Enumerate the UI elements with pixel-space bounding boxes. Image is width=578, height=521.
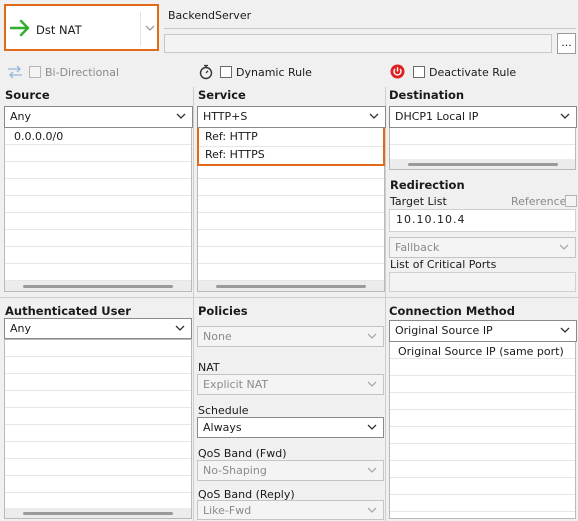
destination-list[interactable] [389,127,576,170]
source-dropdown[interactable]: Any [4,106,193,128]
connection-method-dropdown[interactable]: Original Source IP [389,320,577,342]
horizontal-scrollbar[interactable] [408,163,558,166]
fallback-label: Fallback [395,241,440,254]
target-list-label: Target List [390,195,447,208]
horizontal-scrollbar[interactable] [23,285,173,288]
chevron-down-icon [365,503,379,517]
action-selector[interactable]: Dst NAT [4,4,159,51]
chevron-down-icon [365,377,379,391]
deactivate-rule-label: Deactivate Rule [429,66,517,79]
chevron-down-icon [557,240,571,254]
row-divider [0,297,578,298]
nat-label: NAT [198,361,220,374]
schedule-value: Always [203,421,242,434]
policy-dropdown[interactable]: None [197,326,384,347]
chevron-down-icon [558,109,572,123]
target-list[interactable]: 10.10.10.4 [389,209,576,232]
source-list[interactable]: 0.0.0.0/0 [4,127,192,292]
chevron-down-icon [558,323,572,337]
list-item[interactable]: Ref: HTTP [205,130,258,143]
qos-fwd-label: QoS Band (Fwd) [198,447,287,460]
qos-fwd-dropdown[interactable]: No-Shaping [197,460,384,481]
horizontal-scrollbar[interactable] [216,285,366,288]
more-button[interactable]: ... [557,33,576,54]
list-item[interactable]: Ref: HTTPS [205,148,265,161]
critical-ports-label: List of Critical Ports [390,258,497,271]
rule-description-field[interactable] [164,34,552,53]
rule-name-underline [164,28,576,29]
deactivate-rule-checkbox[interactable] [413,66,425,78]
source-selected: Any [10,110,32,123]
reference-label: Reference [511,195,567,208]
column-divider [385,87,386,521]
destination-selected: DHCP1 Local IP [395,110,479,123]
policies-heading: Policies [198,304,248,318]
service-dropdown[interactable]: HTTP+S [197,106,386,128]
policy-value: None [203,330,232,343]
service-items-highlight: Ref: HTTP Ref: HTTPS [197,125,385,166]
critical-ports-field[interactable] [389,272,576,292]
schedule-dropdown[interactable]: Always [197,417,384,438]
destination-heading: Destination [389,88,465,102]
separator [140,12,141,46]
service-selected: HTTP+S [203,110,248,123]
schedule-label: Schedule [198,404,249,417]
chevron-down-icon [173,321,187,335]
list-item[interactable]: 0.0.0.0/0 [14,130,63,143]
source-heading: Source [5,88,50,102]
power-icon [390,64,405,79]
target-value[interactable]: 10.10.10.4 [396,213,465,226]
bidirectional-label: Bi-Directional [45,66,120,79]
qos-reply-dropdown[interactable]: Like-Fwd [197,500,384,520]
authenticated-user-heading: Authenticated User [5,304,131,318]
bidirectional-checkbox[interactable] [29,66,41,78]
authenticated-user-list[interactable] [4,339,192,519]
chevron-down-icon [365,329,379,343]
service-heading: Service [198,88,246,102]
green-arrow-icon [9,19,32,37]
chevron-down-icon [174,109,188,123]
horizontal-scrollbar[interactable] [23,512,173,515]
list-item[interactable]: Original Source IP (same port) [398,345,564,358]
connection-method-list[interactable]: Original Source IP (same port) [389,341,576,519]
column-divider [193,87,194,521]
chevron-down-icon[interactable] [144,22,156,34]
reference-checkbox[interactable] [565,195,577,207]
bidirectional-icon [7,65,23,79]
nat-value: Explicit NAT [203,378,269,391]
qos-fwd-value: No-Shaping [203,464,267,477]
chevron-down-icon [365,420,379,434]
chevron-down-icon [365,463,379,477]
connection-method-heading: Connection Method [389,304,515,318]
redirection-heading: Redirection [390,178,465,192]
destination-dropdown[interactable]: DHCP1 Local IP [389,106,577,128]
chevron-down-icon [367,109,381,123]
fallback-dropdown[interactable]: Fallback [389,237,576,258]
nat-dropdown[interactable]: Explicit NAT [197,374,384,395]
action-label: Dst NAT [36,23,82,37]
dynamic-rule-label: Dynamic Rule [236,66,312,79]
qos-reply-value: Like-Fwd [203,504,252,517]
connection-method-selected: Original Source IP [395,324,493,337]
authenticated-user-selected: Any [10,322,32,335]
stopwatch-icon [199,64,213,80]
authenticated-user-dropdown[interactable]: Any [4,318,192,339]
rule-name: BackendServer [168,9,252,22]
dynamic-rule-checkbox[interactable] [220,66,232,78]
